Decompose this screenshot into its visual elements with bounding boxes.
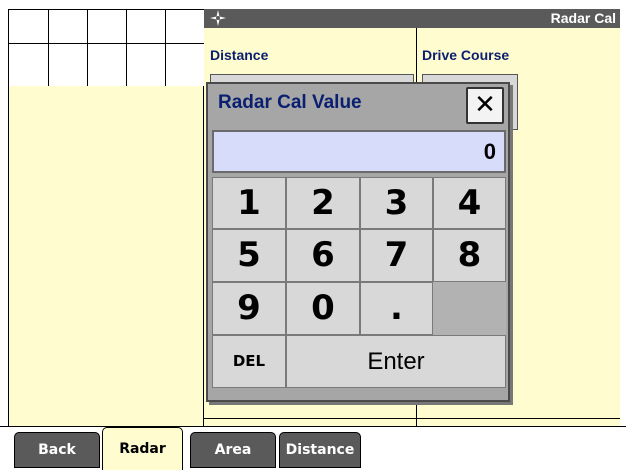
title-bar: Radar Cal bbox=[204, 9, 620, 28]
key-6[interactable]: 6 bbox=[286, 229, 360, 282]
key-2[interactable]: 2 bbox=[286, 177, 360, 229]
key-5[interactable]: 5 bbox=[212, 229, 286, 282]
tab-distance[interactable]: Distance bbox=[279, 432, 361, 468]
key-7[interactable]: 7 bbox=[360, 229, 433, 282]
value-display[interactable]: 0 bbox=[212, 130, 506, 173]
key-3[interactable]: 3 bbox=[360, 177, 433, 229]
grid-cell[interactable] bbox=[9, 44, 49, 87]
enter-button[interactable]: Enter bbox=[286, 335, 506, 388]
key-4[interactable]: 4 bbox=[433, 177, 506, 229]
left-panel bbox=[8, 86, 204, 426]
key-decimal[interactable]: . bbox=[360, 282, 433, 335]
key-1[interactable]: 1 bbox=[212, 177, 286, 229]
grid-cell[interactable] bbox=[49, 10, 88, 44]
key-9[interactable]: 9 bbox=[212, 282, 286, 335]
key-8[interactable]: 8 bbox=[433, 229, 506, 282]
key-blank bbox=[433, 282, 506, 335]
close-icon: ✕ bbox=[474, 89, 496, 119]
grid-cell[interactable] bbox=[88, 10, 127, 44]
compass-logo-icon bbox=[210, 10, 226, 26]
tab-back[interactable]: Back bbox=[14, 432, 100, 468]
row-divider bbox=[204, 418, 620, 419]
tab-area[interactable]: Area bbox=[190, 432, 276, 468]
grid-cell[interactable] bbox=[166, 10, 205, 44]
window-title: Radar Cal bbox=[550, 10, 616, 26]
dialog-title: Radar Cal Value bbox=[218, 92, 362, 113]
key-0[interactable]: 0 bbox=[286, 282, 360, 335]
del-button[interactable]: DEL bbox=[212, 335, 286, 388]
top-left-grid bbox=[8, 9, 205, 87]
grid-cell[interactable] bbox=[88, 44, 127, 87]
grid-cell[interactable] bbox=[127, 10, 166, 44]
distance-header: Distance bbox=[210, 47, 269, 63]
tab-radar[interactable]: Radar bbox=[102, 427, 183, 470]
grid-cell[interactable] bbox=[49, 44, 88, 87]
grid-cell[interactable] bbox=[9, 10, 49, 44]
grid-cell[interactable] bbox=[166, 44, 205, 87]
drive-course-header: Drive Course bbox=[422, 47, 510, 63]
grid-cell[interactable] bbox=[127, 44, 166, 87]
close-button[interactable]: ✕ bbox=[466, 87, 504, 124]
